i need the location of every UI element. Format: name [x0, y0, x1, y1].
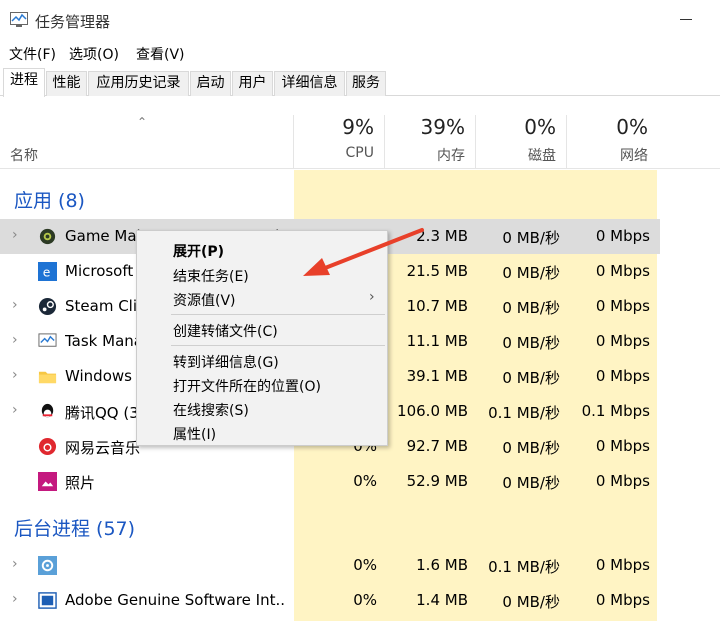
annotation-arrow [303, 228, 424, 276]
